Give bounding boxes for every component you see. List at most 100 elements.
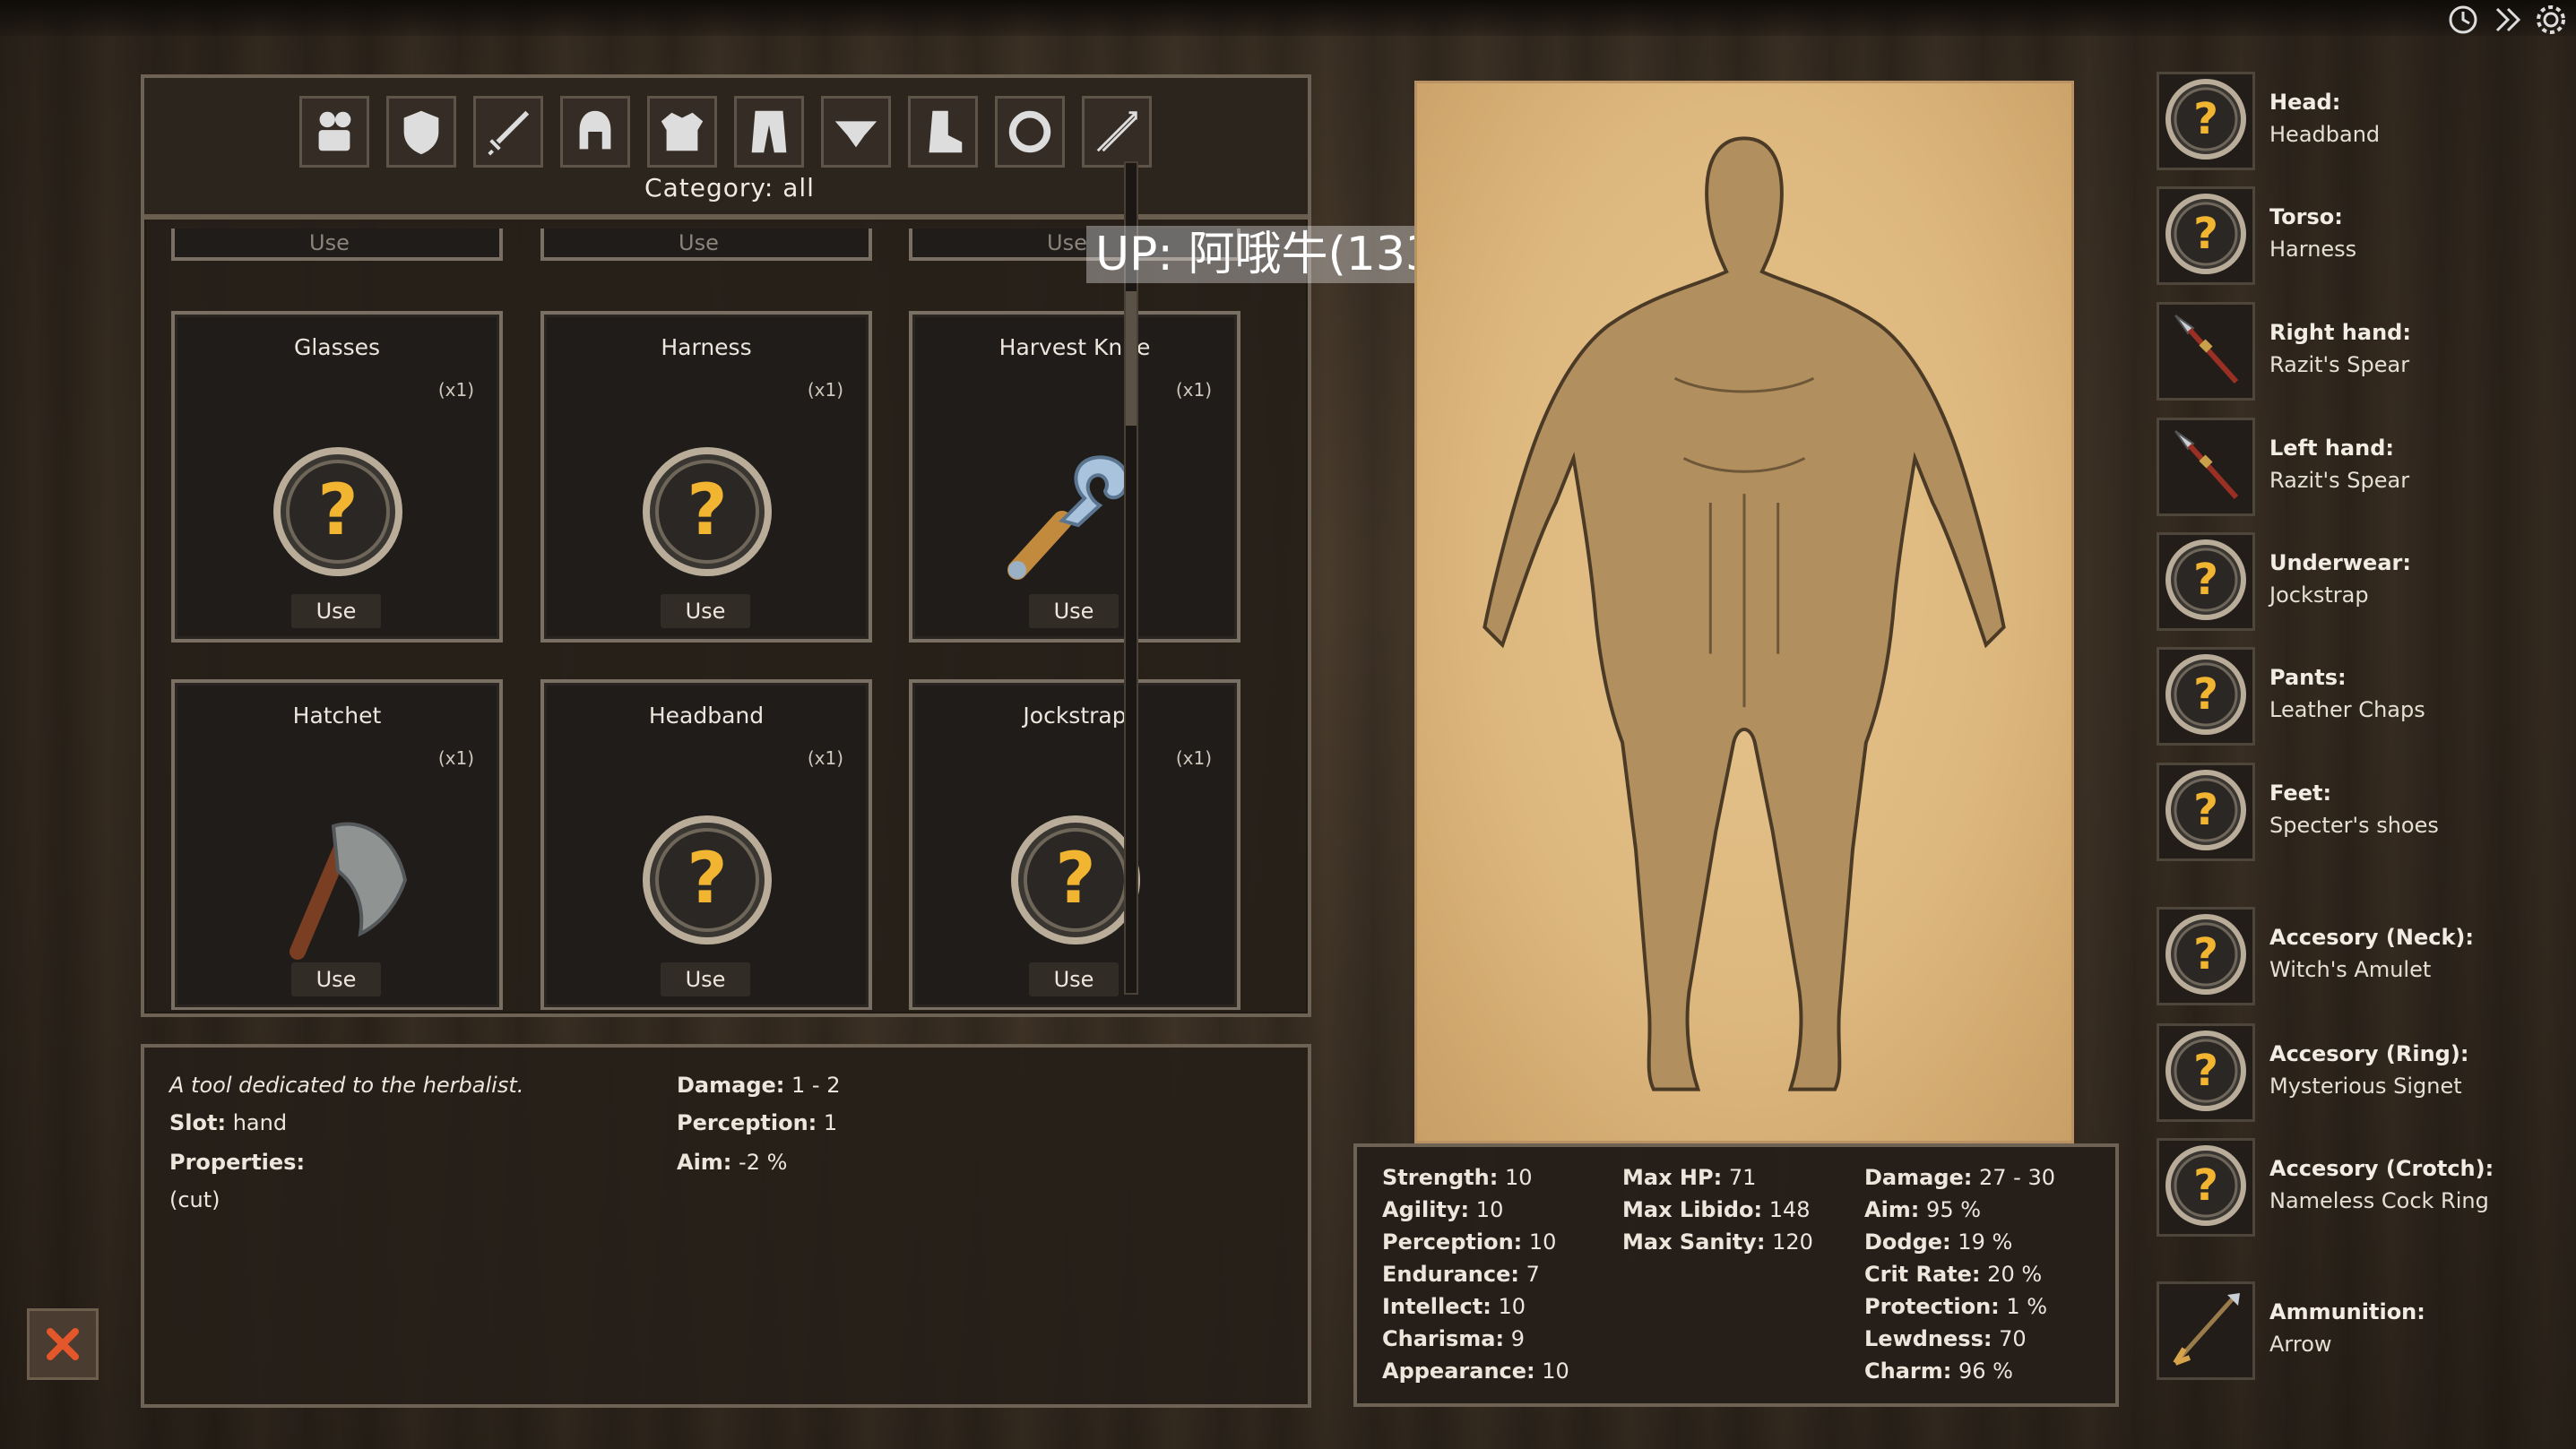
inventory-scrollbar[interactable]: [1124, 161, 1138, 995]
item-flavor-text: A tool dedicated to the herbalist.: [169, 1073, 524, 1098]
equipment-slot-right-hand[interactable]: [2157, 302, 2255, 401]
equipment-slot-label: Ammunition:: [2269, 1299, 2425, 1324]
close-icon: [47, 1328, 79, 1360]
inventory-card-jockstrap[interactable]: Jockstrap (x1) ? Use: [909, 679, 1240, 1010]
equipment-slot-ammunition[interactable]: [2157, 1281, 2255, 1380]
svg-text:?: ?: [2193, 669, 2218, 720]
torso-armor-icon: [661, 112, 704, 151]
primary-stat: Strength: 10: [1382, 1165, 1533, 1190]
item-name: Hatchet: [292, 703, 382, 729]
equipment-slot-label: Head:: [2269, 90, 2341, 115]
category-accessory-button[interactable]: [995, 96, 1065, 168]
primary-stat: Appearance: 10: [1382, 1358, 1569, 1384]
use-button[interactable]: Use: [291, 594, 381, 628]
unknown-item-icon: ?: [2163, 191, 2249, 280]
inventory-scroll-thumb[interactable]: [1126, 291, 1137, 426]
item-name: Glasses: [293, 334, 381, 360]
skip-icon[interactable]: [2490, 2, 2526, 38]
equipment-slot-value: Razit's Spear: [2269, 468, 2410, 493]
inventory-card-headband[interactable]: Headband (x1) ? Use: [540, 679, 872, 1010]
shield-icon: [403, 110, 439, 155]
equipment-slot-label: Underwear:: [2269, 550, 2411, 575]
category-underwear-button[interactable]: [821, 96, 891, 168]
unknown-item-icon: ?: [2163, 651, 2249, 741]
inventory-card-hatchet[interactable]: Hatchet (x1) Use: [171, 679, 503, 1010]
equipment-slot-left-hand[interactable]: [2157, 418, 2255, 516]
item-aim: Aim: -2 %: [677, 1150, 788, 1175]
helmet-icon: [579, 110, 611, 150]
equipment-slot-value: Mysterious Signet: [2269, 1074, 2462, 1099]
item-slot: Slot: hand: [169, 1110, 288, 1135]
item-properties-label: Properties:: [169, 1150, 306, 1175]
equipment-slot-value: Razit's Spear: [2269, 352, 2410, 377]
all-icon: [318, 111, 351, 151]
category-weapon-button[interactable]: [473, 96, 543, 168]
inventory-card-partial[interactable]: Use: [540, 229, 872, 261]
equipment-slot-value: Jockstrap: [2269, 582, 2369, 608]
svg-text:?: ?: [2193, 555, 2218, 605]
combat-stat: Lewdness: 70: [1864, 1326, 2027, 1351]
svg-text:?: ?: [317, 470, 358, 551]
equipment-slot-feet[interactable]: ?: [2157, 763, 2255, 861]
category-all-button[interactable]: [299, 96, 369, 168]
equipment-slot-head[interactable]: ?: [2157, 72, 2255, 170]
equipment-slot-accesory-crotch[interactable]: ?: [2157, 1138, 2255, 1237]
settings-icon[interactable]: [2533, 2, 2569, 38]
inventory-card-partial[interactable]: Use: [171, 229, 503, 261]
item-quantity: (x1): [437, 379, 474, 401]
unknown-item-icon: ?: [2163, 76, 2249, 166]
equipment-slot-torso[interactable]: ?: [2157, 186, 2255, 285]
combat-stat: Protection: 1 %: [1864, 1294, 2048, 1319]
spear-icon: [2163, 422, 2249, 512]
equipment-slot-label: Feet:: [2269, 781, 2332, 806]
unknown-item-icon: ?: [2163, 1028, 2249, 1117]
category-torso-button[interactable]: [647, 96, 717, 168]
combat-stat: Aim: 95 %: [1864, 1197, 1982, 1222]
arrows-icon: [1096, 111, 1137, 152]
equipment-slot-pants[interactable]: ?: [2157, 647, 2255, 746]
item-perception: Perception: 1: [677, 1110, 838, 1135]
use-button[interactable]: Use: [291, 962, 381, 996]
sword-icon: [488, 110, 530, 156]
combat-stat: Damage: 27 - 30: [1864, 1165, 2056, 1190]
hatchet-icon: [257, 799, 419, 961]
combat-stat: Crit Rate: 20 %: [1864, 1262, 2043, 1287]
equipment-slot-value: Arrow: [2269, 1332, 2332, 1357]
resource-stat: Max HP: 71: [1622, 1165, 1757, 1190]
svg-text:?: ?: [2193, 1160, 2218, 1211]
top-bar: [0, 0, 2576, 36]
svg-text:?: ?: [2193, 209, 2218, 259]
item-name: Headband: [648, 703, 765, 729]
inventory-card-glasses[interactable]: Glasses (x1) ? Use: [171, 311, 503, 643]
inventory-card-harness[interactable]: Harness (x1) ? Use: [540, 311, 872, 643]
category-helmet-button[interactable]: [560, 96, 630, 168]
svg-text:?: ?: [687, 839, 727, 919]
equipment-slot-accesory-ring[interactable]: ?: [2157, 1023, 2255, 1122]
svg-text:?: ?: [2193, 785, 2218, 835]
use-button[interactable]: Use: [661, 962, 750, 996]
equipment-slot-value: Harness: [2269, 237, 2357, 262]
close-button[interactable]: [27, 1308, 99, 1380]
inventory-card-harvest-knife[interactable]: Harvest Knife (x1) Use: [909, 311, 1240, 643]
equipment-slot-label: Accesory (Crotch):: [2269, 1156, 2494, 1181]
clock-icon[interactable]: [2445, 2, 2481, 38]
pants-icon: [751, 110, 787, 153]
category-pants-button[interactable]: [734, 96, 804, 168]
equipment-slot-accesory-neck[interactable]: ?: [2157, 907, 2255, 1005]
item-description-panel: A tool dedicated to the herbalist. Slot:…: [141, 1044, 1311, 1408]
unknown-item-icon: ?: [627, 799, 788, 961]
inventory-grid: Use Use Use Glasses (x1) ? Use Harness (…: [153, 229, 1288, 1010]
unknown-item-icon: ?: [627, 431, 788, 592]
equipment-slot-underwear[interactable]: ?: [2157, 532, 2255, 631]
spear-icon: [2163, 306, 2249, 396]
use-button[interactable]: Use: [1029, 594, 1119, 628]
category-shield-button[interactable]: [386, 96, 456, 168]
boots-icon: [929, 110, 963, 153]
primary-stat: Intellect: 10: [1382, 1294, 1526, 1319]
category-ammo-button[interactable]: [1082, 96, 1152, 168]
item-damage: Damage: 1 - 2: [677, 1073, 841, 1098]
category-boots-button[interactable]: [908, 96, 978, 168]
use-button[interactable]: Use: [1029, 962, 1119, 996]
use-button[interactable]: Use: [661, 594, 750, 628]
equipment-slot-label: Left hand:: [2269, 436, 2394, 461]
